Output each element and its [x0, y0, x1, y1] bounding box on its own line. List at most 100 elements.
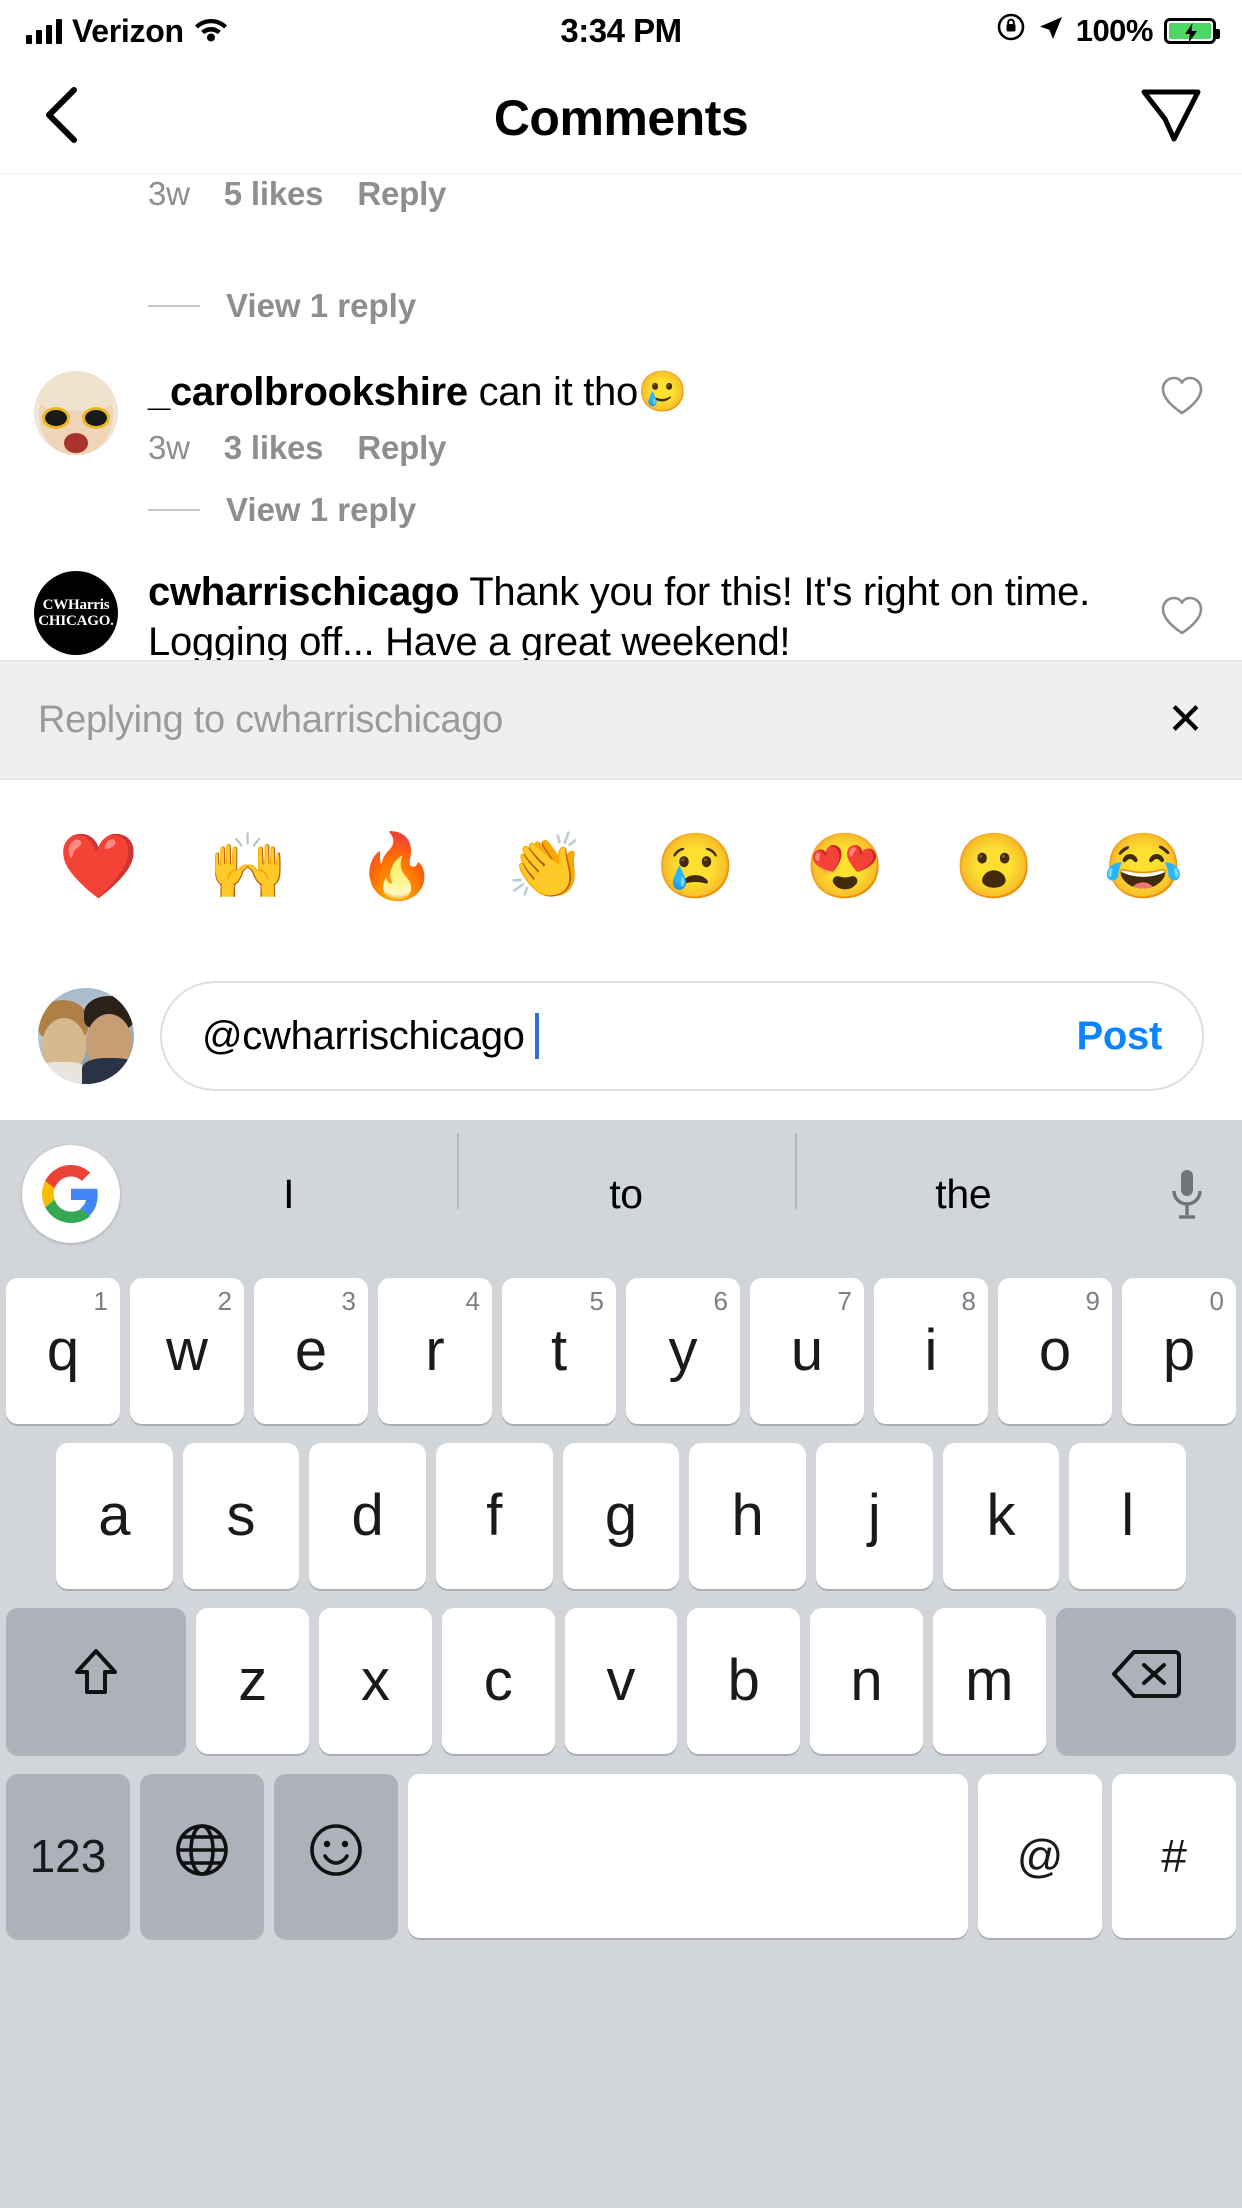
chevron-left-icon	[40, 85, 84, 150]
key-r[interactable]: 4r	[378, 1277, 492, 1424]
key-v[interactable]: v	[564, 1607, 678, 1754]
keyboard-row-2[interactable]: a s d f g h j k l	[0, 1433, 1242, 1598]
avatar[interactable]	[38, 988, 134, 1084]
comment-username[interactable]: cwharrischicago	[148, 570, 459, 614]
suggestions[interactable]: I to the	[120, 1132, 1132, 1218]
emoji-quick-row[interactable]: ❤️ 🙌 🔥 👏 😢 😍 😮 😂	[0, 780, 1242, 952]
clapping-hands-emoji[interactable]: 👏	[472, 834, 621, 898]
key-b[interactable]: b	[687, 1607, 801, 1754]
hash-key[interactable]: #	[1112, 1773, 1236, 1938]
key-i[interactable]: 8i	[874, 1277, 988, 1424]
suggestion-bar[interactable]: I to the	[0, 1120, 1242, 1268]
location-arrow-icon	[1037, 12, 1065, 50]
comment-reply-button[interactable]: Reply	[357, 175, 446, 213]
key-num: 8	[961, 1285, 976, 1316]
key-label: p	[1162, 1318, 1196, 1383]
view-replies-button[interactable]: View 1 reply	[0, 467, 1242, 553]
key-l[interactable]: l	[1069, 1442, 1187, 1589]
comment-input-value: @cwharrischicago	[202, 1013, 525, 1058]
key-label: u	[790, 1318, 824, 1383]
language-key[interactable]	[139, 1773, 264, 1938]
view-replies-button[interactable]: View 1 reply	[0, 263, 1242, 349]
key-label: o	[1038, 1318, 1072, 1383]
microphone-icon[interactable]	[1132, 1167, 1242, 1221]
tears-of-joy-emoji[interactable]: 😂	[1069, 834, 1218, 898]
thread-line	[148, 509, 200, 511]
key-t[interactable]: 5t	[502, 1277, 616, 1424]
fire-emoji[interactable]: 🔥	[323, 834, 472, 898]
avatar[interactable]	[34, 371, 118, 455]
key-h[interactable]: h	[689, 1442, 807, 1589]
numbers-key[interactable]: 123	[6, 1773, 130, 1938]
key-d[interactable]: d	[309, 1442, 426, 1589]
keyboard-row-1[interactable]: 1q 2w 3e 4r 5t 6y 7u 8i 9o 0p	[0, 1268, 1242, 1433]
key-n[interactable]: n	[810, 1607, 923, 1754]
keyboard-row-4[interactable]: 123 @ #	[0, 1763, 1242, 1948]
key-z[interactable]: z	[196, 1607, 310, 1754]
close-icon[interactable]: ✕	[1167, 698, 1204, 742]
paper-plane-icon	[1140, 86, 1202, 149]
raising-hands-emoji[interactable]: 🙌	[173, 834, 322, 898]
key-num: 4	[465, 1285, 480, 1316]
keyboard-row-3[interactable]: z x c v b n m	[0, 1598, 1242, 1763]
key-c[interactable]: c	[441, 1607, 555, 1754]
comment-reply-button[interactable]: Reply	[357, 429, 446, 467]
key-y[interactable]: 6y	[626, 1277, 740, 1424]
comment-likes[interactable]: 5 likes	[224, 175, 324, 213]
key-x[interactable]: x	[319, 1607, 432, 1754]
avatar[interactable]: CWHarris CHICAGO.	[34, 571, 118, 655]
on-screen-keyboard[interactable]: I to the 1q 2w 3e 4r 5t 6y 7u 8i 9o 0p a…	[0, 1120, 1242, 2208]
at-key[interactable]: @	[978, 1773, 1103, 1938]
crying-face-emoji[interactable]: 😢	[621, 834, 770, 898]
comment-time: 3w	[148, 429, 190, 466]
red-heart-emoji[interactable]: ❤️	[24, 834, 173, 898]
key-w[interactable]: 2w	[130, 1277, 244, 1424]
like-comment-button[interactable]	[1160, 375, 1204, 419]
comment-item[interactable]: 3w 5 likes Reply	[0, 175, 1242, 263]
comment-likes[interactable]: 3 likes	[224, 429, 324, 467]
suggestion-word[interactable]: the	[794, 1132, 1132, 1218]
comment-username[interactable]: _carolbrookshire	[148, 370, 468, 414]
open-mouth-emoji[interactable]: 😮	[920, 834, 1069, 898]
back-button[interactable]	[40, 85, 84, 150]
thread-line	[148, 305, 200, 307]
key-j[interactable]: j	[816, 1442, 933, 1589]
key-num: 5	[589, 1285, 604, 1316]
like-comment-button[interactable]	[1160, 595, 1204, 639]
key-u[interactable]: 7u	[750, 1277, 864, 1424]
key-f[interactable]: f	[436, 1442, 553, 1589]
key-label: t	[550, 1318, 568, 1383]
heart-eyes-emoji[interactable]: 😍	[770, 834, 919, 898]
key-o[interactable]: 9o	[998, 1277, 1112, 1424]
nav-bar: Comments	[0, 62, 1242, 174]
comments-list[interactable]: 3w 5 likes Reply View 1 reply _carolbroo…	[0, 175, 1242, 660]
space-key[interactable]	[407, 1773, 969, 1938]
key-q[interactable]: 1q	[6, 1277, 120, 1424]
comment-item[interactable]: _carolbrookshire can it tho🥲 3w 3 likes …	[0, 349, 1242, 467]
status-bar: Verizon 3:34 PM 100%	[0, 0, 1242, 62]
backspace-key[interactable]	[1055, 1607, 1237, 1754]
share-button[interactable]	[1140, 86, 1202, 149]
key-k[interactable]: k	[942, 1442, 1060, 1589]
comment-input[interactable]: @cwharrischicago Post	[160, 981, 1204, 1091]
suggestion-word[interactable]: I	[120, 1171, 457, 1218]
comment-time: 3w	[148, 175, 190, 212]
key-label: q	[46, 1318, 80, 1383]
key-num: 6	[713, 1285, 728, 1316]
google-g-logo[interactable]	[22, 1145, 120, 1243]
key-p[interactable]: 0p	[1122, 1277, 1236, 1424]
suggestion-word[interactable]: to	[457, 1132, 794, 1218]
shift-key[interactable]	[5, 1607, 187, 1754]
smiley-emoji-icon	[308, 1822, 364, 1889]
key-m[interactable]: m	[932, 1607, 1046, 1754]
emoji-key[interactable]	[273, 1773, 398, 1938]
key-num: 1	[93, 1285, 108, 1316]
view-replies-label: View 1 reply	[226, 491, 417, 528]
key-s[interactable]: s	[182, 1442, 300, 1589]
key-g[interactable]: g	[562, 1442, 680, 1589]
key-e[interactable]: 3e	[254, 1277, 368, 1424]
comment-item[interactable]: CWHarris CHICAGO. cwharrischicago Thank …	[0, 553, 1242, 660]
avatar-logo-line2: CHICAGO.	[38, 613, 114, 629]
post-button[interactable]: Post	[1077, 1014, 1163, 1059]
key-a[interactable]: a	[55, 1442, 173, 1589]
